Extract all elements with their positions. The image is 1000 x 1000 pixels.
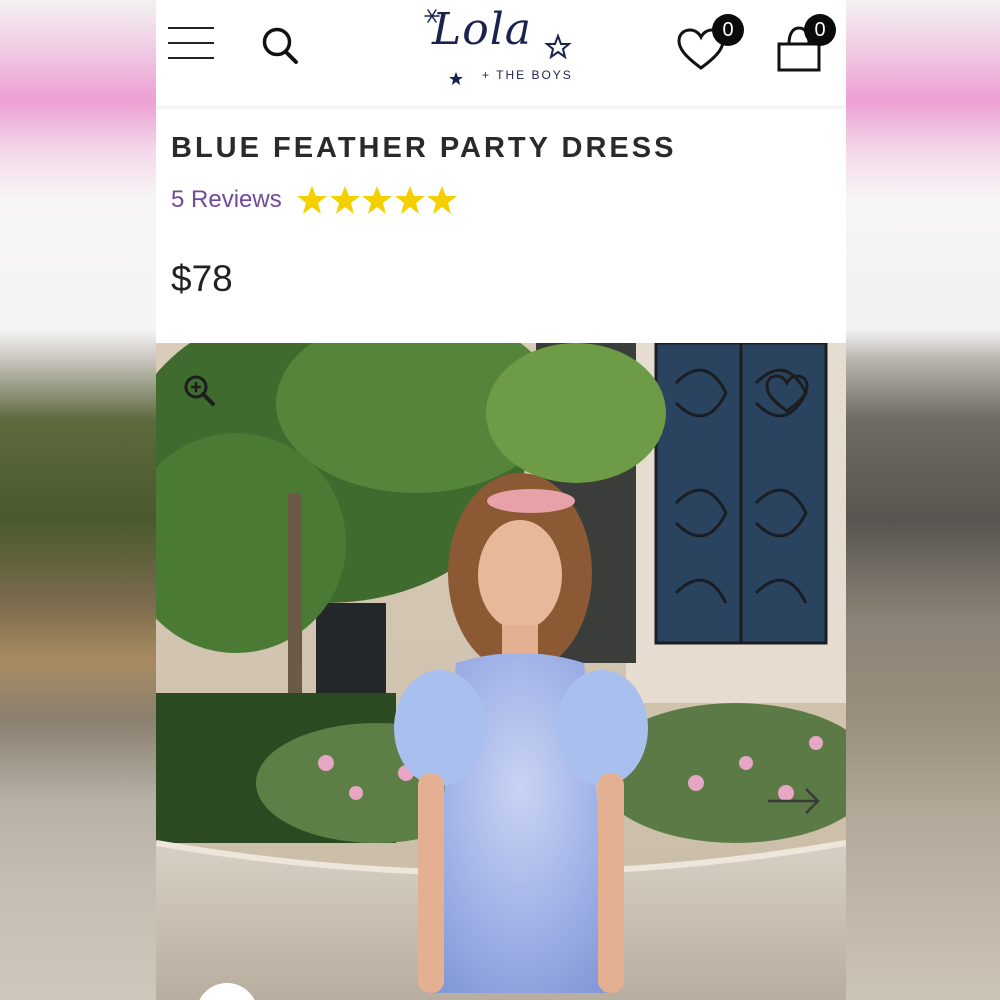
search-icon: [262, 27, 298, 64]
search-button[interactable]: [260, 24, 300, 66]
blurred-background-right: [846, 0, 1000, 1000]
product-image[interactable]: [156, 343, 846, 1000]
brand-logo[interactable]: Lola + THE BOYS: [420, 4, 580, 90]
star-icon: [362, 186, 392, 214]
cart-button[interactable]: 0: [772, 14, 842, 74]
star-icon: [329, 186, 360, 214]
zoom-in-icon: [184, 375, 215, 406]
wishlist-button[interactable]: 0: [676, 14, 746, 74]
product-title: BLUE FEATHER PARTY DRESS: [171, 132, 677, 164]
product-photo: [156, 343, 846, 1000]
image-wishlist-button[interactable]: [764, 373, 810, 415]
cart-count-badge: 0: [804, 14, 836, 46]
product-price: $78: [171, 258, 233, 299]
menu-button[interactable]: [168, 27, 214, 61]
logo-wordmark: Lola: [432, 4, 533, 55]
star-rating[interactable]: [296, 184, 459, 216]
star-icon: [427, 186, 457, 214]
blurred-background-left: [0, 0, 156, 1000]
zoom-button[interactable]: [182, 373, 216, 407]
reviews-link[interactable]: 5 Reviews: [171, 186, 282, 214]
hamburger-icon: [168, 27, 214, 29]
star-icon: [394, 186, 425, 214]
product-page: Lola + THE BOYS 0 0 BLUE FEATHER PARTY D…: [156, 0, 846, 1000]
arrow-right-icon: [768, 788, 820, 814]
heart-outline-icon: [765, 374, 809, 413]
next-image-button[interactable]: [764, 781, 824, 821]
wishlist-count-badge: 0: [712, 14, 744, 46]
site-header: Lola + THE BOYS 0 0: [156, 0, 846, 106]
star-icon: [297, 186, 327, 214]
logo-subtext: + THE BOYS: [482, 68, 573, 82]
